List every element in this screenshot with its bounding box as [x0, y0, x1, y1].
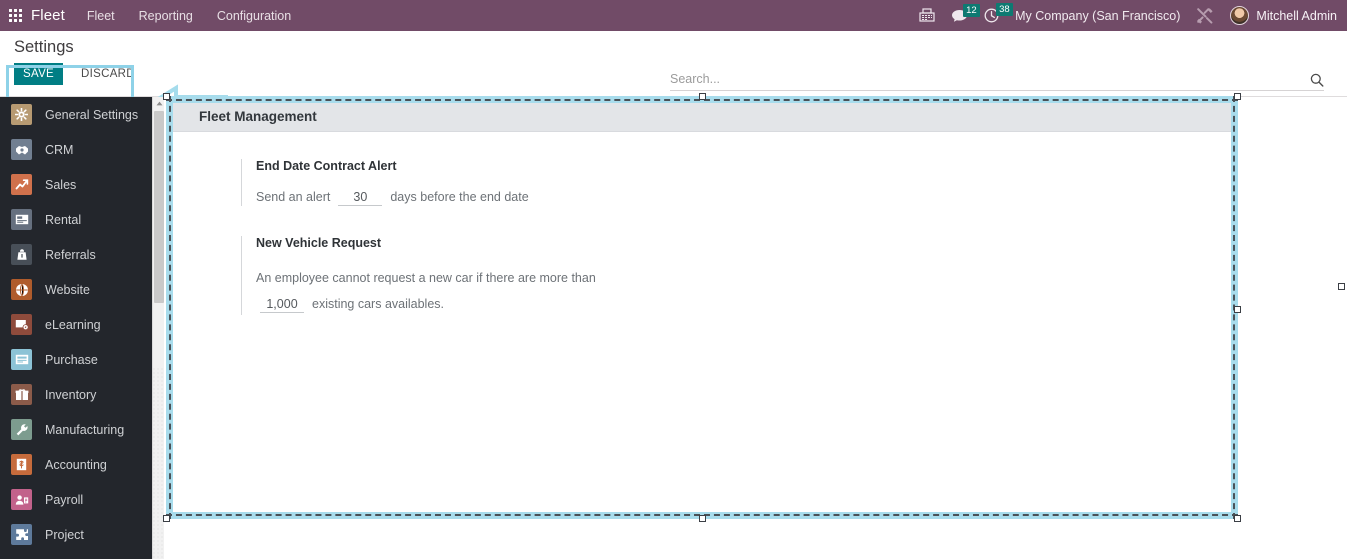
app-brand-fleet[interactable]: Fleet — [31, 7, 65, 24]
alert-suffix-label: days before the end date — [390, 190, 529, 204]
sidebar-item-crm[interactable]: CRM — [0, 132, 152, 167]
page-right-gutter — [1324, 97, 1347, 559]
presentation-icon — [11, 314, 32, 335]
sidebar-item-label: Manufacturing — [45, 422, 125, 437]
setting-row-alert-days: Send an alert days before the end date — [256, 190, 1232, 206]
sidebar-item-label: Referrals — [45, 247, 96, 262]
setting-block-end-date-contract-alert: End Date Contract Alert Send an alert da… — [241, 159, 1232, 206]
top-navbar: Fleet Fleet Reporting Configuration 12 3… — [0, 0, 1347, 31]
selection-handle-bottom-right[interactable] — [1234, 515, 1241, 522]
sidebar-item-label: Website — [45, 282, 90, 297]
menu-reporting[interactable]: Reporting — [139, 9, 193, 23]
sidebar-item-label: Rental — [45, 212, 82, 227]
setting-title: End Date Contract Alert — [256, 159, 397, 173]
sidebar-item-sales[interactable]: Sales — [0, 167, 152, 202]
wrench-icon — [11, 419, 32, 440]
max-cars-input[interactable] — [260, 297, 304, 313]
sidebar-item-inventory[interactable]: Inventory — [0, 377, 152, 412]
invoice-icon — [11, 454, 32, 475]
page-background-texture — [152, 367, 164, 559]
sidebar-item-elearning[interactable]: eLearning — [0, 307, 152, 342]
user-menu[interactable]: Mitchell Admin — [1256, 9, 1337, 23]
receipt-icon — [11, 349, 32, 370]
control-panel: Settings SAVE DISCARD — [0, 31, 1347, 125]
selection-handle-bottom-center[interactable] — [699, 515, 706, 522]
sidebar-item-label: Payroll — [45, 492, 84, 507]
settings-section-header: Fleet Management — [168, 102, 1232, 132]
settings-groups: End Date Contract Alert Send an alert da… — [168, 132, 1232, 315]
sidebar-item-rental[interactable]: Rental — [0, 202, 152, 237]
sidebar-item-payroll[interactable]: Payroll — [0, 482, 152, 517]
setting-row-max-cars: An employee cannot request a new car if … — [256, 267, 1232, 315]
card-icon — [11, 209, 32, 230]
gear-icon — [11, 104, 32, 125]
save-button[interactable]: SAVE — [14, 63, 64, 85]
alert-prefix-label: Send an alert — [256, 190, 331, 204]
menu-fleet[interactable]: Fleet — [87, 9, 115, 23]
apps-grid-icon[interactable] — [9, 9, 22, 22]
search-input[interactable] — [670, 71, 1304, 88]
discard-button[interactable]: DISCARD — [71, 63, 145, 85]
search-icon[interactable] — [1310, 73, 1324, 87]
sidebar-item-purchase[interactable]: Purchase — [0, 342, 152, 377]
setting-title: New Vehicle Request — [256, 236, 382, 250]
sidebar-item-label: Accounting — [45, 457, 107, 472]
setting-block-new-vehicle-request: New Vehicle Request An employee cannot r… — [241, 236, 1232, 315]
settings-sidebar: General Settings CRM Sales Rental Referr… — [0, 97, 152, 559]
sidebar-item-website[interactable]: Website — [0, 272, 152, 307]
page-title: Settings — [14, 38, 74, 56]
fax-icon[interactable] — [919, 8, 935, 23]
sidebar-item-label: General Settings — [45, 107, 139, 122]
app-root: Fleet Fleet Reporting Configuration 12 3… — [0, 0, 1347, 559]
chart-up-icon — [11, 174, 32, 195]
messages-icon[interactable]: 12 — [951, 3, 980, 23]
sidebar-item-label: Project — [45, 527, 84, 542]
sidebar-item-label: CRM — [45, 142, 74, 157]
selection-handle-top-left[interactable] — [163, 93, 170, 100]
sidebar-item-accounting[interactable]: Accounting — [0, 447, 152, 482]
puzzle-icon — [11, 524, 32, 545]
breadcrumb-area: Settings SAVE DISCARD — [14, 37, 145, 85]
sidebar-item-project[interactable]: Project — [0, 517, 152, 552]
menu-configuration[interactable]: Configuration — [217, 9, 291, 23]
employee-id-icon — [11, 489, 32, 510]
max-cars-suffix-label: existing cars availables. — [312, 297, 445, 311]
box-icon — [11, 384, 32, 405]
messages-badge: 12 — [963, 3, 980, 17]
selection-handle-top-right[interactable] — [1234, 93, 1241, 100]
alert-days-input[interactable] — [338, 190, 383, 206]
sidebar-item-label: Sales — [45, 177, 77, 192]
settings-sheet: Fleet Management End Date Contract Alert… — [168, 102, 1232, 516]
sidebar-item-referrals[interactable]: Referrals — [0, 237, 152, 272]
selection-handle-middle-right[interactable] — [1234, 306, 1241, 313]
company-switcher[interactable]: My Company (San Francisco) — [1015, 9, 1180, 23]
sidebar-item-general-settings[interactable]: General Settings — [0, 97, 152, 132]
section-title-fleet-management: Fleet Management — [199, 109, 317, 124]
settings-page-body: Fleet Management End Date Contract Alert… — [164, 97, 1347, 559]
handshake-icon — [11, 139, 32, 160]
topbar-right-cluster: 12 38 My Company (San Francisco) Mitchel… — [919, 3, 1347, 25]
sidebar-item-label: Inventory — [45, 387, 97, 402]
window-resize-handle-right[interactable] — [1338, 283, 1345, 290]
max-cars-line1-label: An employee cannot request a new car if … — [256, 271, 596, 285]
tools-icon[interactable] — [1196, 7, 1214, 24]
max-cars-line2: existing cars availables. — [256, 293, 1232, 315]
selection-handle-bottom-left[interactable] — [163, 515, 170, 522]
avatar[interactable] — [1230, 6, 1250, 25]
search-bar[interactable] — [670, 69, 1324, 91]
gift-bag-icon — [11, 244, 32, 265]
sidebar-scrollbar-thumb[interactable] — [154, 111, 164, 303]
activities-clock-icon[interactable]: 38 — [984, 3, 1013, 23]
sidebar-item-manufacturing[interactable]: Manufacturing — [0, 412, 152, 447]
record-buttons: SAVE DISCARD — [14, 63, 145, 85]
activities-badge: 38 — [996, 3, 1013, 16]
sidebar-item-label: Purchase — [45, 352, 98, 367]
selection-handle-top-center[interactable] — [699, 93, 706, 100]
sidebar-item-label: eLearning — [45, 317, 101, 332]
globe-icon — [11, 279, 32, 300]
